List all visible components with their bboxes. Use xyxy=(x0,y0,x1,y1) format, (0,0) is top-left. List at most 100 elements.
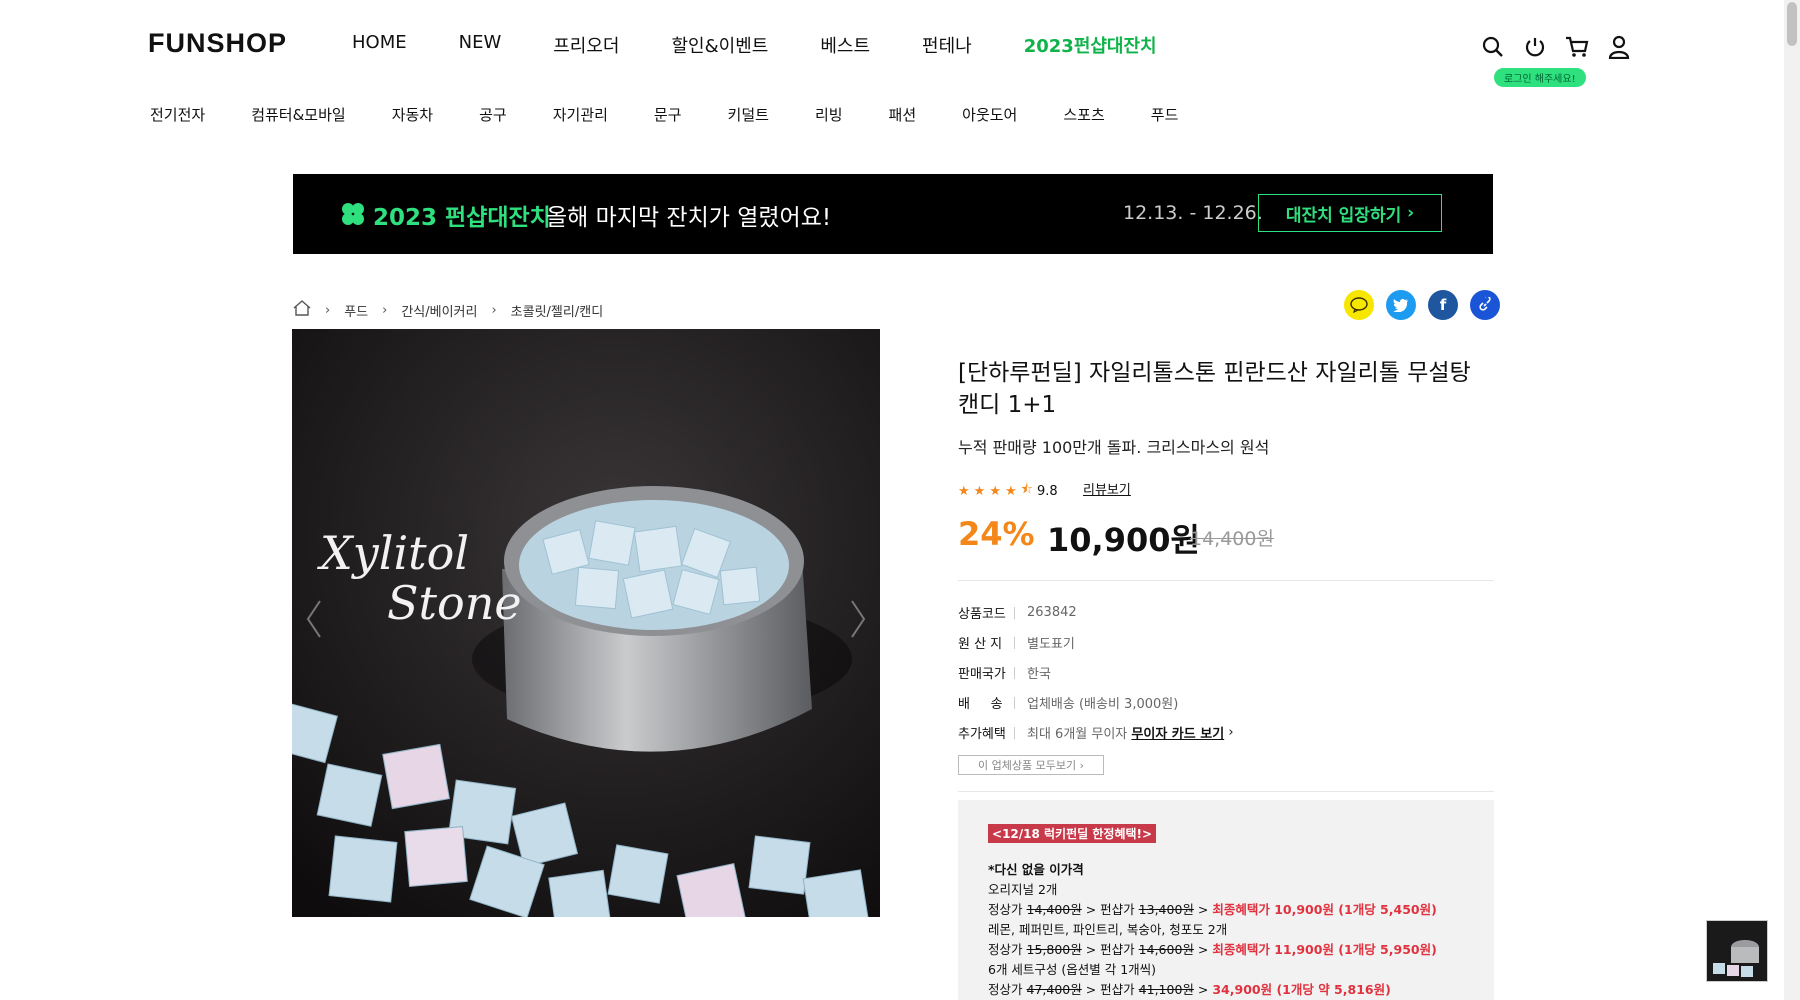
nav-funtenna[interactable]: 펀테나 xyxy=(922,32,972,58)
star-icon: ★ xyxy=(958,483,970,499)
all-vendor-products-button[interactable]: 이 업체상품 모두보기 › xyxy=(958,755,1104,775)
sale-price: 10,900원 xyxy=(1047,521,1200,559)
category-electronics[interactable]: 전기전자 xyxy=(150,104,205,125)
category-outdoor[interactable]: 아웃도어 xyxy=(962,104,1017,125)
nav-festival[interactable]: 2023펀샵대잔치 xyxy=(1024,32,1157,58)
benefit-line: 정상가 15,800원 > 펀샵가 14,600원 > 최종혜택가 11,900… xyxy=(988,942,1437,957)
divider xyxy=(958,791,1494,792)
breadcrumb: › 푸드 › 간식/베이커리 › 초콜릿/젤리/캔디 xyxy=(293,300,603,320)
search-icon[interactable] xyxy=(1480,34,1506,60)
nav-sale-event[interactable]: 할인&이벤트 xyxy=(672,32,769,58)
power-icon[interactable] xyxy=(1522,34,1548,60)
spec-value: 최대 6개월 무이자 xyxy=(1027,727,1128,742)
all-products-label: 이 업체상품 모두보기 xyxy=(978,759,1077,772)
category-kidult[interactable]: 키덜트 xyxy=(728,104,769,125)
interest-free-card-link[interactable]: 무이자 카드 보기 xyxy=(1131,723,1224,742)
category-selfcare[interactable]: 자기관리 xyxy=(553,104,608,125)
benefit-line: 정상가 47,400원 > 펀샵가 41,100원 > 34,900원 (1개당… xyxy=(988,982,1391,997)
spec-row: 판매국가 한국 xyxy=(958,663,1051,682)
banner-date: 12.13. - 12.26. xyxy=(1123,202,1263,224)
spec-row: 상품코드 263842 xyxy=(958,603,1077,622)
category-food[interactable]: 푸드 xyxy=(1151,104,1179,125)
review-link[interactable]: 리뷰보기 xyxy=(1083,479,1131,498)
scrollbar-thumb[interactable] xyxy=(1787,2,1797,46)
half-star-icon: ⯪ xyxy=(1020,482,1033,497)
category-nav: 전기전자 컴퓨터&모바일 자동차 공구 자기관리 문구 키덜트 리빙 패션 아웃… xyxy=(150,104,1224,125)
star-icon: ★ xyxy=(973,483,986,499)
chevron-right-icon: › xyxy=(382,302,388,318)
event-banner[interactable]: 2023 펀샵대잔치 올해 마지막 잔치가 열렸어요! 12.13. - 12.… xyxy=(293,174,1493,254)
chevron-right-icon: › xyxy=(1224,725,1234,740)
benefit-line: 6개 세트구성 (옵션별 각 1개씩) xyxy=(988,962,1157,977)
spec-row: 추가혜택 최대 6개월 무이자 무이자 카드 보기 › xyxy=(958,723,1234,742)
nav-new[interactable]: NEW xyxy=(459,32,502,58)
image-script-text: Xylitol xyxy=(317,526,469,580)
nav-home[interactable]: HOME xyxy=(352,32,407,58)
benefit-lines: *다신 없을 이가격 오리지널 2개 정상가 14,400원 > 펀샵가 13,… xyxy=(988,860,1437,1000)
benefit-heading: *다신 없을 이가격 xyxy=(988,862,1084,877)
product-title: [단하루펀딜] 자일리톨스톤 핀란드산 자일리톨 무설탕캔디 1+1 xyxy=(958,360,1471,418)
spec-key: 판매국가 xyxy=(958,667,1006,682)
site-logo[interactable]: FUNSHOP xyxy=(148,28,287,59)
category-fashion[interactable]: 패션 xyxy=(889,104,917,125)
chevron-right-icon: › xyxy=(1407,203,1415,223)
nav-best[interactable]: 베스트 xyxy=(820,32,870,58)
facebook-share-icon[interactable]: f xyxy=(1428,290,1458,320)
main-nav: HOME NEW 프리오더 할인&이벤트 베스트 펀테나 2023펀샵대잔치 xyxy=(352,32,1209,58)
category-stationery[interactable]: 문구 xyxy=(654,104,682,125)
category-tools[interactable]: 공구 xyxy=(479,104,507,125)
banner-title: 2023 펀샵대잔치 xyxy=(373,205,551,231)
product-photo: Xylitol Stone xyxy=(292,329,880,917)
category-living[interactable]: 리빙 xyxy=(815,104,843,125)
breadcrumb-item[interactable]: 초콜릿/젤리/캔디 xyxy=(511,301,603,320)
product-image[interactable]: Xylitol Stone xyxy=(292,329,880,917)
banner-enter-button[interactable]: 대잔치 입장하기 › xyxy=(1258,194,1442,232)
breadcrumb-item[interactable]: 간식/베이커리 xyxy=(401,301,477,320)
kakaotalk-share-icon[interactable] xyxy=(1344,290,1374,320)
star-icon: ★ xyxy=(1004,483,1017,499)
category-sports[interactable]: 스포츠 xyxy=(1063,104,1104,125)
spec-value: 한국 xyxy=(1027,667,1051,682)
login-badge[interactable]: 로그인 해주세요! xyxy=(1494,68,1586,87)
spec-key: 상품코드 xyxy=(958,607,1006,622)
spec-key: 원 산 지 xyxy=(958,637,1003,652)
banner-button-label: 대잔치 입장하기 xyxy=(1285,205,1402,226)
link-copy-icon[interactable] xyxy=(1470,290,1500,320)
benefit-tag-text: 12/18 럭키펀딜 한정혜택! xyxy=(1002,827,1142,841)
divider xyxy=(958,580,1494,581)
star-icon: ★ xyxy=(989,483,1001,499)
spec-row: 배 송 업체배송 (배송비 3,000원) xyxy=(958,693,1178,712)
prev-arrow-icon[interactable] xyxy=(304,599,324,639)
spec-value: 별도표기 xyxy=(1027,637,1075,652)
user-icon[interactable] xyxy=(1606,34,1632,60)
spec-key: 배 송 xyxy=(958,697,1003,712)
rating: ★ ★ ★ ★ ⯪ 9.8 xyxy=(958,480,1058,502)
benefit-tag: <12/18 럭키펀딜 한정혜택!> xyxy=(988,824,1157,843)
benefit-line: 레몬, 페퍼민트, 파인트리, 복숭아, 청포도 2개 xyxy=(988,922,1228,937)
scrollbar[interactable] xyxy=(1784,0,1800,1000)
header-icons xyxy=(1480,34,1632,60)
spec-row: 원 산 지 별도표기 xyxy=(958,633,1075,652)
chevron-right-icon: › xyxy=(325,302,331,318)
home-icon[interactable] xyxy=(293,300,311,320)
original-price: 14,400원 xyxy=(1190,528,1274,550)
share-buttons: f xyxy=(1344,290,1500,320)
cart-icon[interactable] xyxy=(1564,34,1590,60)
spec-value: 263842 xyxy=(1027,605,1077,620)
category-computer-mobile[interactable]: 컴퓨터&모바일 xyxy=(251,104,346,125)
twitter-share-icon[interactable] xyxy=(1386,290,1416,320)
benefit-line: 정상가 14,400원 > 펀샵가 13,400원 > 최종혜택가 10,900… xyxy=(988,902,1437,917)
clover-icon xyxy=(342,203,364,225)
next-arrow-icon[interactable] xyxy=(848,599,868,639)
spec-value: 업체배송 (배송비 3,000원) xyxy=(1027,697,1179,712)
breadcrumb-item[interactable]: 푸드 xyxy=(344,301,368,320)
banner-subtitle: 올해 마지막 잔치가 열렸어요! xyxy=(546,205,832,231)
discount-rate: 24% xyxy=(958,515,1035,553)
nav-preorder[interactable]: 프리오더 xyxy=(553,32,619,58)
spec-key: 추가혜택 xyxy=(958,727,1006,742)
rating-value: 9.8 xyxy=(1036,483,1058,499)
image-script-text: Stone xyxy=(387,576,522,630)
chevron-right-icon: › xyxy=(491,302,497,318)
category-car[interactable]: 자동차 xyxy=(392,104,433,125)
floating-product-thumbnail[interactable] xyxy=(1706,920,1768,982)
